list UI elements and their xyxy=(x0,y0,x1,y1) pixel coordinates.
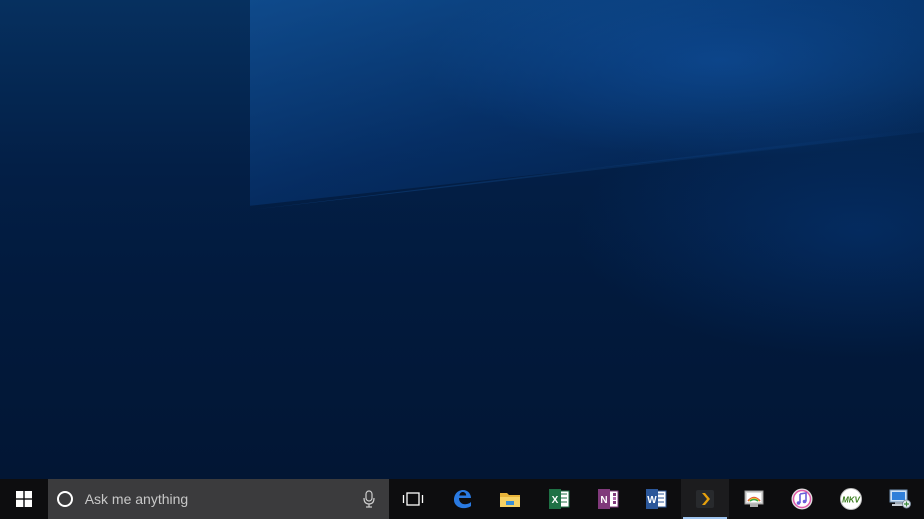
mkv-icon: MKV xyxy=(840,488,862,510)
windows-logo-icon xyxy=(15,491,32,507)
taskbar-app-remote-desktop[interactable] xyxy=(729,479,778,519)
word-icon: W xyxy=(646,489,667,509)
plex-icon xyxy=(695,490,714,508)
wallpaper-light-beam xyxy=(250,0,924,206)
svg-text:X: X xyxy=(552,495,559,506)
svg-text:MKV: MKV xyxy=(842,496,860,505)
itunes-icon xyxy=(791,488,813,510)
svg-text:W: W xyxy=(648,495,658,506)
taskbar-app-edge[interactable] xyxy=(437,479,486,519)
taskbar: Ask me anything X N W MKV xyxy=(0,479,924,519)
start-button[interactable] xyxy=(0,479,48,519)
network-computer-icon xyxy=(889,489,911,509)
search-placeholder: Ask me anything xyxy=(84,491,189,507)
desktop-wallpaper xyxy=(0,0,924,479)
onenote-icon: N xyxy=(597,489,619,509)
taskbar-app-itunes[interactable] xyxy=(778,479,827,519)
taskbar-app-file-explorer[interactable] xyxy=(486,479,535,519)
svg-text:N: N xyxy=(600,495,607,506)
taskbar-app-excel[interactable]: X xyxy=(535,479,584,519)
task-view-icon xyxy=(403,492,424,506)
excel-icon: X xyxy=(548,489,570,509)
taskbar-app-network[interactable] xyxy=(875,479,924,519)
task-view-button[interactable] xyxy=(389,479,437,519)
taskbar-app-onenote[interactable]: N xyxy=(583,479,632,519)
microphone-icon[interactable] xyxy=(363,490,376,508)
taskbar-app-mkv[interactable]: MKV xyxy=(827,479,876,519)
taskbar-app-word[interactable]: W xyxy=(632,479,681,519)
edge-icon xyxy=(453,490,471,509)
folder-icon xyxy=(500,493,521,507)
remote-desktop-icon xyxy=(744,490,764,507)
search-box[interactable]: Ask me anything xyxy=(47,479,390,519)
cortana-ring-icon xyxy=(56,491,73,507)
taskbar-app-plex[interactable] xyxy=(680,479,730,519)
